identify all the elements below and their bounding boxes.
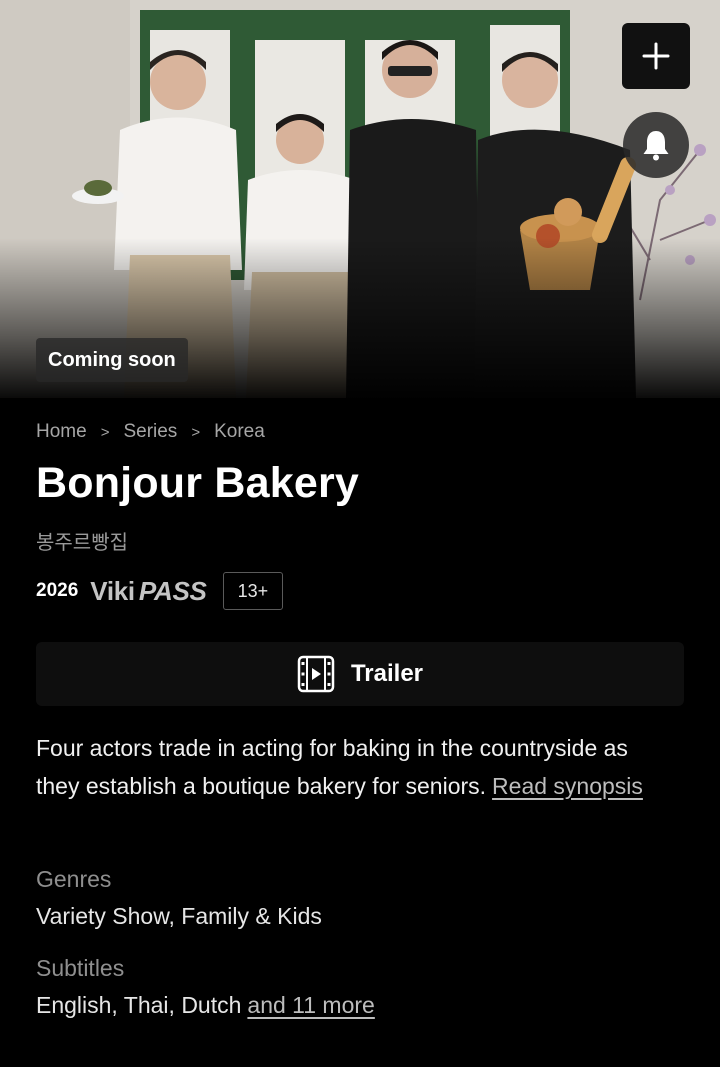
vikipass-pass: PASS	[138, 575, 207, 606]
subtitles-label: Subtitles	[36, 955, 125, 981]
more-subtitles-link[interactable]: and 11 more	[247, 992, 374, 1018]
breadcrumb-series[interactable]: Series	[123, 421, 177, 443]
breadcrumb-korea[interactable]: Korea	[214, 421, 265, 443]
notify-button[interactable]	[623, 112, 689, 178]
genres-value: Variety Show, Family & Kids	[36, 903, 322, 929]
hero-banner: Coming soon	[0, 0, 720, 398]
breadcrumb: Home > Series > Korea	[36, 421, 265, 443]
trailer-label: Trailer	[350, 660, 424, 687]
film-play-icon	[297, 655, 335, 693]
breadcrumb-separator: >	[191, 423, 201, 441]
read-synopsis-link[interactable]: Read synopsis	[492, 773, 643, 799]
plus-icon	[642, 42, 670, 70]
coming-soon-badge: Coming soon	[36, 338, 188, 382]
bell-icon	[643, 131, 669, 161]
show-title: Bonjour Bakery	[36, 459, 359, 507]
genres-label: Genres	[36, 866, 112, 892]
vikipass-viki: Viki	[90, 575, 135, 606]
subtitles-languages: English, Thai, Dutch	[36, 992, 242, 1018]
show-meta: 2026 Viki PASS 13+	[36, 572, 284, 610]
breadcrumb-separator: >	[100, 423, 110, 441]
trailer-button[interactable]: Trailer	[36, 642, 684, 706]
synopsis: Four actors trade in acting for baking i…	[36, 729, 676, 805]
add-to-list-button[interactable]	[622, 23, 690, 89]
age-rating-badge: 13+	[222, 572, 284, 610]
release-year: 2026	[36, 580, 79, 601]
subtitles-value: English, Thai, Dutch and 11 more	[36, 992, 375, 1019]
breadcrumb-home[interactable]: Home	[36, 421, 87, 443]
vikipass-logo: Viki PASS	[90, 575, 207, 607]
native-title: 봉주르빵집	[36, 530, 128, 554]
